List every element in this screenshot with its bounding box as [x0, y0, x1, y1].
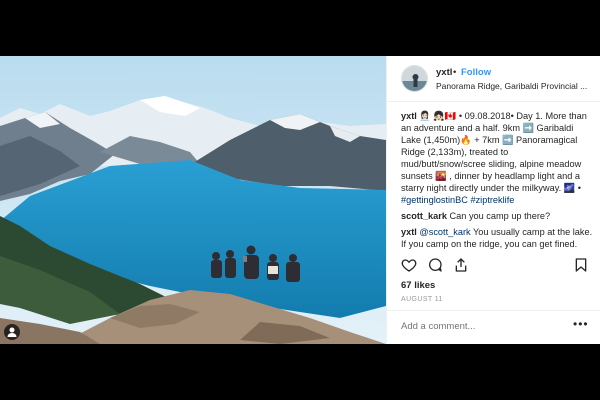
caption-username[interactable]: yxtl [401, 111, 417, 121]
caption-text: 👩🏻‍💼 👧🏻🇨🇦 • 09.08.2018• Day 1. More than… [401, 111, 587, 193]
avatar[interactable] [401, 65, 428, 92]
location-link[interactable]: Panorama Ridge, Garibaldi Provincial ... [436, 81, 596, 91]
comments-list[interactable]: yxtl 👩🏻‍💼 👧🏻🇨🇦 • 09.08.2018• Day 1. More… [401, 110, 593, 250]
landscape-image [0, 56, 386, 344]
comment-item: yxtl @scott_kark You usually camp at the… [401, 226, 593, 250]
caption: yxtl 👩🏻‍💼 👧🏻🇨🇦 • 09.08.2018• Day 1. More… [401, 110, 593, 206]
post-header: yxtl • Follow Panorama Ridge, Garibaldi … [387, 56, 600, 102]
post-photo[interactable] [0, 56, 386, 344]
share-icon[interactable] [453, 257, 469, 273]
mention-link[interactable]: @scott_kark [419, 227, 470, 237]
action-bar [387, 254, 600, 276]
post-sidebar: yxtl • Follow Panorama Ridge, Garibaldi … [386, 56, 600, 344]
comment-bar: ••• [387, 310, 600, 344]
hashtag-link[interactable]: #gettinglostinBC [401, 195, 468, 205]
comment-item: scott_kark Can you camp up there? [401, 210, 593, 222]
likes-count[interactable]: 67 likes [401, 280, 435, 291]
more-options-button[interactable]: ••• [573, 317, 589, 331]
comment-username[interactable]: yxtl [401, 227, 417, 237]
post-date: AUGUST 11 [401, 296, 443, 303]
username[interactable]: yxtl [436, 67, 452, 78]
comment-text: Can you camp up there? [449, 211, 551, 221]
follow-button[interactable]: Follow [461, 67, 491, 78]
hashtag-link[interactable]: #ziptreklife [470, 195, 514, 205]
post-modal: yxtl • Follow Panorama Ridge, Garibaldi … [0, 56, 600, 344]
comment-icon[interactable] [427, 257, 443, 273]
header-separator: • [453, 67, 457, 78]
person-icon[interactable] [4, 324, 20, 340]
comment-input[interactable] [401, 321, 561, 332]
heart-icon[interactable] [401, 257, 417, 273]
bookmark-icon[interactable] [573, 257, 589, 273]
comment-username[interactable]: scott_kark [401, 211, 447, 221]
